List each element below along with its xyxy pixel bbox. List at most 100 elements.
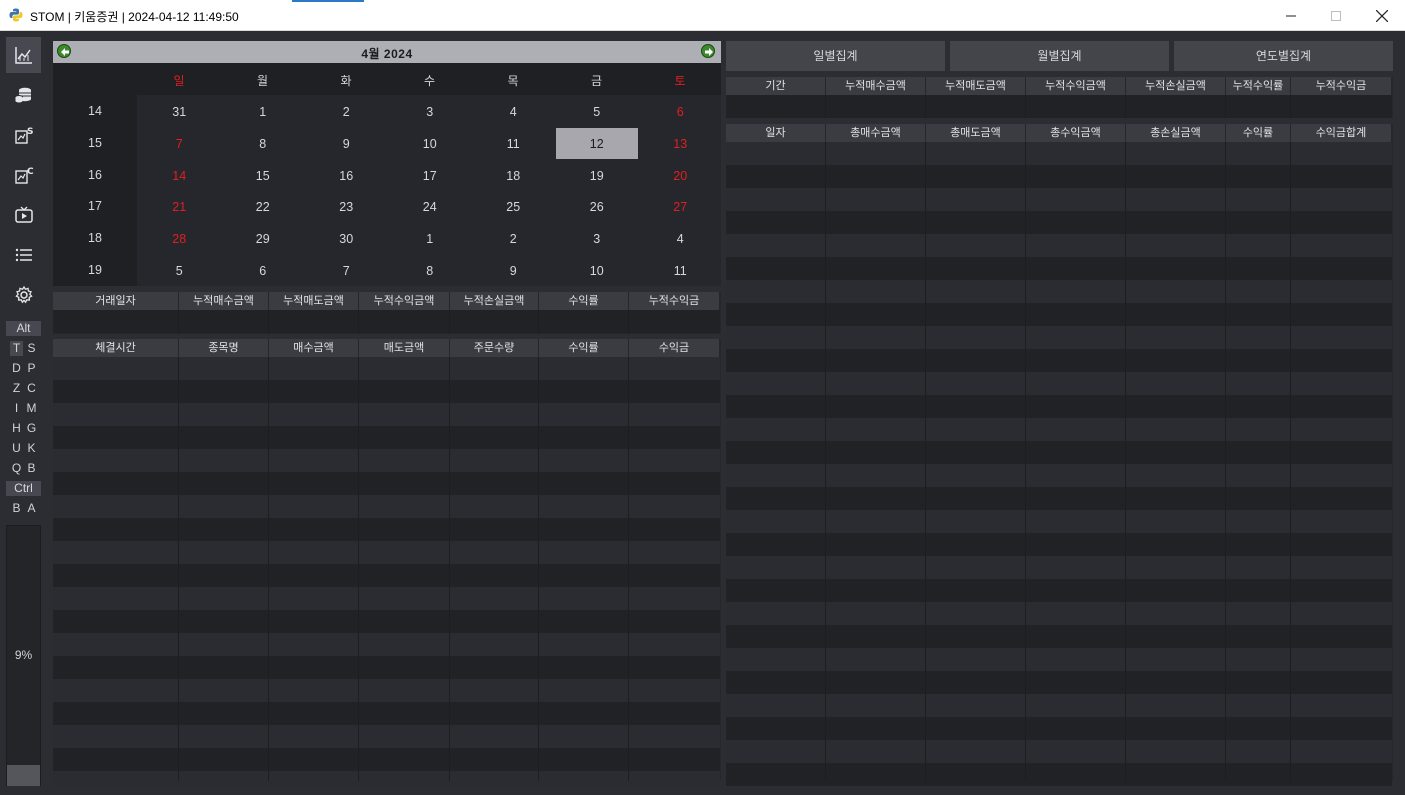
- calendar-day[interactable]: 17: [389, 160, 472, 191]
- column-header[interactable]: 수익률: [539, 339, 629, 357]
- calendar-day[interactable]: 5: [138, 255, 221, 286]
- calendar-day[interactable]: 23: [305, 191, 388, 222]
- column-header[interactable]: 매도금액: [359, 339, 450, 357]
- calendar-day[interactable]: 14: [138, 160, 221, 191]
- coins-button[interactable]: [6, 77, 41, 113]
- shortcut-key[interactable]: U: [10, 441, 23, 456]
- calendar-day[interactable]: 5: [556, 96, 639, 127]
- table-row[interactable]: [53, 702, 720, 725]
- calendar-day[interactable]: 13: [639, 128, 722, 159]
- calendar-day[interactable]: 31: [138, 96, 221, 127]
- calendar-day[interactable]: 28: [138, 223, 221, 254]
- shortcut-key[interactable]: P: [25, 361, 38, 376]
- column-header[interactable]: 누적매수금액: [179, 292, 269, 310]
- shortcut-key[interactable]: S: [25, 341, 38, 356]
- table-row[interactable]: [53, 518, 720, 541]
- calendar-day[interactable]: 3: [389, 96, 472, 127]
- table-row[interactable]: [53, 748, 720, 771]
- calendar-day[interactable]: 10: [389, 128, 472, 159]
- coin-button[interactable]: C: [6, 157, 41, 193]
- ctrl-key[interactable]: A: [25, 501, 38, 516]
- table-row[interactable]: [53, 633, 720, 656]
- table-row[interactable]: [53, 495, 720, 518]
- calendar-day[interactable]: 7: [138, 128, 221, 159]
- column-header[interactable]: 총매도금액: [926, 124, 1026, 142]
- list-button[interactable]: [6, 237, 41, 273]
- table-row[interactable]: [53, 564, 720, 587]
- table-row[interactable]: [53, 403, 720, 426]
- table-row[interactable]: [53, 449, 720, 472]
- shortcut-key[interactable]: M: [25, 401, 38, 416]
- column-header[interactable]: 기간: [726, 77, 826, 95]
- column-header[interactable]: 총손실금액: [1126, 124, 1226, 142]
- calendar-day[interactable]: 20: [639, 160, 722, 191]
- table-row[interactable]: [53, 357, 720, 380]
- column-header[interactable]: 총수익금액: [1026, 124, 1126, 142]
- video-button[interactable]: [6, 197, 41, 233]
- table-row[interactable]: [53, 656, 720, 679]
- column-header[interactable]: 누적손실금액: [450, 292, 539, 310]
- column-header[interactable]: 체결시간: [53, 339, 179, 357]
- shortcut-key[interactable]: G: [25, 421, 38, 436]
- maximize-button[interactable]: [1313, 0, 1359, 31]
- column-header[interactable]: 누적수익금: [629, 292, 720, 310]
- table-row[interactable]: [53, 310, 720, 333]
- calendar-day[interactable]: 1: [222, 96, 305, 127]
- column-header[interactable]: 누적매도금액: [926, 77, 1026, 95]
- calendar-day[interactable]: 30: [305, 223, 388, 254]
- shortcut-key[interactable]: T: [10, 341, 23, 356]
- calendar-day[interactable]: 2: [305, 96, 388, 127]
- table-row[interactable]: [53, 541, 720, 564]
- calendar-day[interactable]: 4: [472, 96, 555, 127]
- shortcut-key[interactable]: D: [10, 361, 23, 376]
- column-header[interactable]: 누적손실금액: [1126, 77, 1226, 95]
- shortcut-key[interactable]: K: [25, 441, 38, 456]
- column-header[interactable]: 누적수익금액: [359, 292, 450, 310]
- close-button[interactable]: [1359, 0, 1405, 31]
- column-header[interactable]: 누적매도금액: [269, 292, 359, 310]
- shortcut-key[interactable]: B: [25, 461, 38, 476]
- tab-daily[interactable]: 일별집계: [726, 41, 945, 71]
- column-header[interactable]: 총매수금액: [826, 124, 926, 142]
- table-row[interactable]: [53, 426, 720, 449]
- column-header[interactable]: 수익률: [539, 292, 629, 310]
- calendar-day[interactable]: 1: [389, 223, 472, 254]
- calendar-day[interactable]: 11: [639, 255, 722, 286]
- calendar-day[interactable]: 26: [556, 191, 639, 222]
- table-row[interactable]: [53, 610, 720, 633]
- calendar-day[interactable]: 12: [555, 127, 638, 159]
- table-row[interactable]: [53, 472, 720, 495]
- stock-button[interactable]: S: [6, 117, 41, 153]
- calendar-day[interactable]: 4: [639, 223, 722, 254]
- tab-monthly[interactable]: 월별집계: [950, 41, 1169, 71]
- calendar-day[interactable]: 21: [138, 191, 221, 222]
- calendar-day[interactable]: 10: [556, 255, 639, 286]
- next-month-button[interactable]: [701, 44, 715, 58]
- table-row[interactable]: [53, 380, 720, 403]
- column-header[interactable]: 주문수량: [450, 339, 539, 357]
- calendar-day[interactable]: 9: [472, 255, 555, 286]
- calendar-day[interactable]: 9: [305, 128, 388, 159]
- calendar-day[interactable]: 25: [472, 191, 555, 222]
- column-header[interactable]: 매수금액: [269, 339, 359, 357]
- column-header[interactable]: 누적수익률: [1226, 77, 1291, 95]
- calendar-day[interactable]: 18: [472, 160, 555, 191]
- calendar-day[interactable]: 22: [222, 191, 305, 222]
- settings-button[interactable]: [6, 277, 41, 313]
- column-header[interactable]: 누적수익금액: [1026, 77, 1126, 95]
- column-header[interactable]: 누적수익금: [1291, 77, 1392, 95]
- column-header[interactable]: 일자: [726, 124, 826, 142]
- calendar-day[interactable]: 8: [389, 255, 472, 286]
- calendar-day[interactable]: 16: [305, 160, 388, 191]
- column-header[interactable]: 종목명: [179, 339, 269, 357]
- calendar-day[interactable]: 27: [639, 191, 722, 222]
- calendar-day[interactable]: 11: [472, 128, 555, 159]
- shortcut-key[interactable]: H: [10, 421, 23, 436]
- calendar-day[interactable]: 24: [389, 191, 472, 222]
- column-header[interactable]: 수익금: [629, 339, 720, 357]
- ctrl-key[interactable]: B: [10, 501, 23, 516]
- column-header[interactable]: 거래일자: [53, 292, 179, 310]
- shortcut-key[interactable]: C: [25, 381, 38, 396]
- table-row[interactable]: [53, 725, 720, 748]
- calendar-day[interactable]: 6: [222, 255, 305, 286]
